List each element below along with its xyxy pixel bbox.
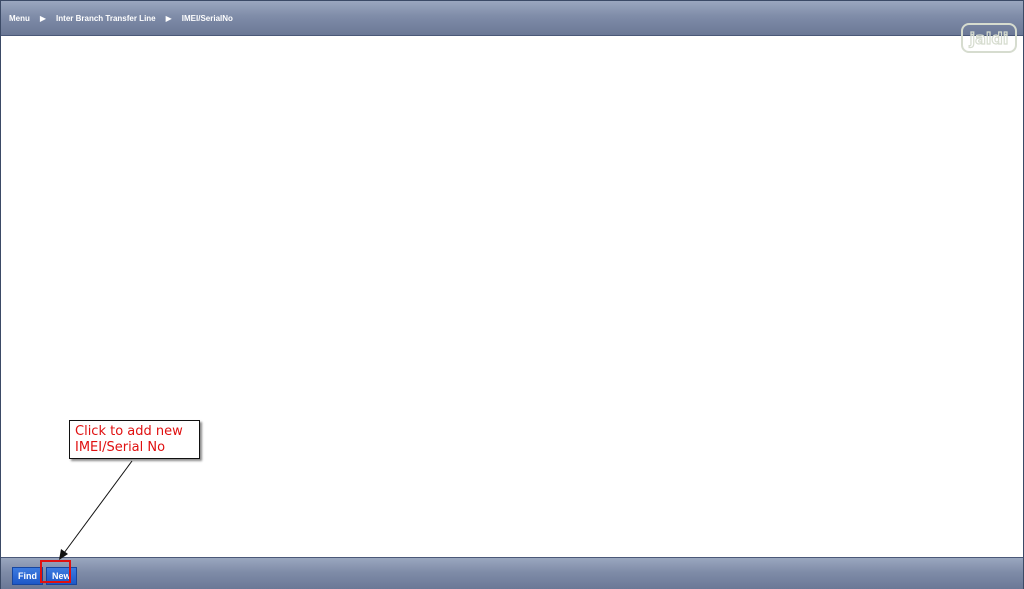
new-button-highlight — [40, 560, 71, 583]
breadcrumb-separator-icon: ▶ — [165, 13, 172, 23]
annotation-callout: Click to add new IMEI/Serial No — [69, 420, 200, 459]
breadcrumb-separator-icon: ▶ — [39, 13, 47, 23]
bottom-toolbar: Find New — [1, 557, 1023, 589]
breadcrumb: Menu ▶ Inter Branch Transfer Line ▶ IMEI… — [9, 12, 233, 24]
breadcrumb-imei-serialno: IMEI/SerialNo — [181, 13, 233, 23]
svg-text:jaldi: jaldi — [969, 29, 1009, 48]
annotation-line-1: Click to add new — [75, 424, 183, 439]
annotation-line-2: IMEI/Serial No — [75, 440, 166, 455]
jaldi-logo: jaldi — [961, 23, 1017, 53]
breadcrumb-inter-branch-transfer-line[interactable]: Inter Branch Transfer Line — [56, 14, 156, 23]
breadcrumb-menu[interactable]: Menu — [9, 14, 30, 23]
find-button[interactable]: Find — [12, 567, 43, 585]
header-bar: Menu ▶ Inter Branch Transfer Line ▶ IMEI… — [1, 1, 1023, 36]
app-window: Menu ▶ Inter Branch Transfer Line ▶ IMEI… — [0, 0, 1024, 589]
